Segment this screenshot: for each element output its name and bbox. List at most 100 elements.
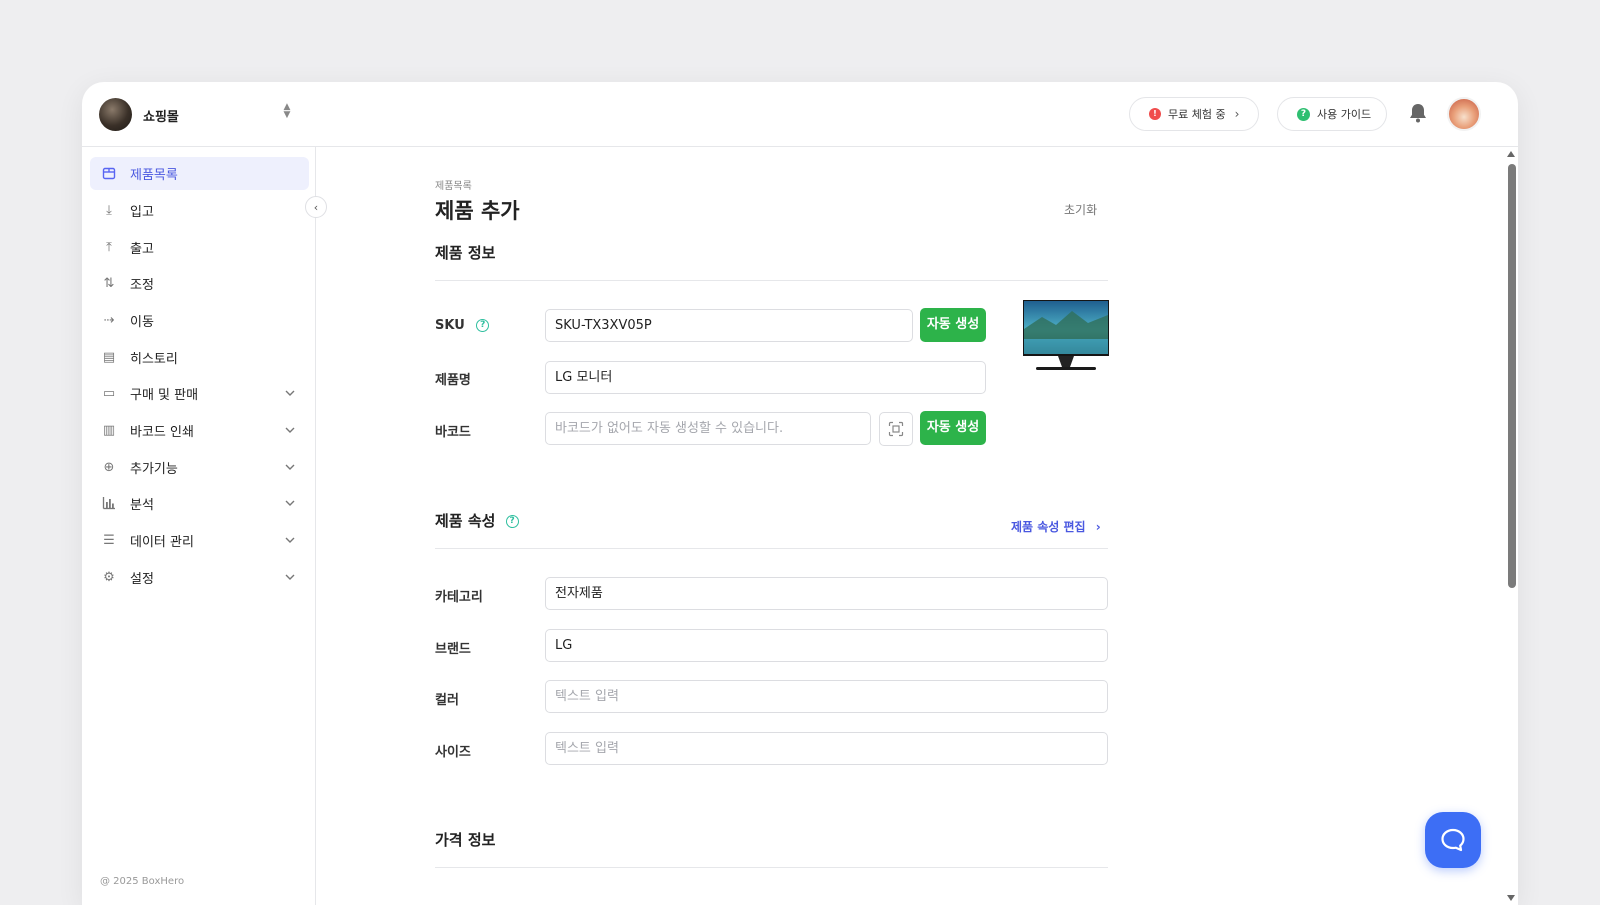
app-window: 쇼핑몰 ▲▼ ! 무료 체험 중 › ? 사용 가이드 제품목록 ⤓ 입고 ⤒ <box>82 82 1518 905</box>
main-content: 제품목록 제품 추가 초기화 제품 정보 SKU ? SKU-TX3XV05P … <box>317 147 1518 905</box>
arrow-up-icon: ⤒ <box>106 239 112 255</box>
scroll-down-arrow[interactable] <box>1507 895 1515 901</box>
sku-input[interactable]: SKU-TX3XV05P <box>545 309 913 342</box>
scroll-thumb[interactable] <box>1508 164 1516 588</box>
sidebar-item-label: 제품목록 <box>130 168 178 183</box>
user-guide-label: 사용 가이드 <box>1317 108 1372 121</box>
edit-attributes-link[interactable]: 제품 속성 편집 › <box>1011 518 1101 535</box>
sidebar-item-products[interactable]: 제품목록 <box>90 157 309 190</box>
brand-label: 브랜드 <box>435 642 471 657</box>
divider <box>435 548 1108 549</box>
chevron-right-icon: › <box>1095 520 1101 534</box>
chevron-down-icon <box>283 570 297 584</box>
collapse-sidebar-button[interactable]: ‹ <box>305 196 327 218</box>
chevron-down-icon <box>283 496 297 510</box>
page-title: 제품 추가 <box>435 199 520 223</box>
chat-icon <box>1441 828 1465 852</box>
chevron-down-icon <box>283 423 297 437</box>
divider <box>435 280 1108 281</box>
product-name-label: 제품명 <box>435 373 471 388</box>
bar-chart-icon <box>101 496 117 512</box>
size-input[interactable]: 텍스트 입력 <box>545 732 1108 765</box>
sidebar-item-addons[interactable]: ⊕ 추가기능 <box>90 451 309 484</box>
alert-dot-icon: ! <box>1149 108 1161 120</box>
sidebar-item-barcode-print[interactable]: ▥ 바코드 인쇄 <box>90 414 309 447</box>
barcode-scan-button[interactable] <box>879 412 913 446</box>
arrow-down-icon: ⤓ <box>106 202 112 218</box>
scroll-up-arrow[interactable] <box>1507 151 1515 157</box>
chevron-down-icon <box>283 386 297 400</box>
top-header: 쇼핑몰 ▲ ▼ ! 무료 체험 중 › ? 사용 가이드 <box>82 82 1518 147</box>
sidebar-item-label: 출고 <box>130 242 154 257</box>
divider <box>435 867 1108 868</box>
plus-circle-icon: ⊕ <box>103 459 115 475</box>
brand-input[interactable]: LG <box>545 629 1108 662</box>
shop-switcher-icon[interactable]: ▲ ▼ <box>281 103 293 123</box>
shop-avatar[interactable] <box>99 98 132 131</box>
user-avatar[interactable] <box>1447 97 1481 131</box>
chevron-right-icon: › <box>1234 107 1240 121</box>
sidebar-item-analytics[interactable]: 분석 <box>90 487 309 520</box>
free-trial-label: 무료 체험 중 <box>1168 108 1226 121</box>
chat-support-button[interactable] <box>1425 812 1481 868</box>
sidebar-item-label: 입고 <box>130 205 154 220</box>
color-label: 컬러 <box>435 693 459 708</box>
barcode-auto-generate-button[interactable]: 자동 생성 <box>920 411 986 445</box>
sidebar-item-adjust[interactable]: ⇅ 조정 <box>90 267 309 300</box>
sidebar-item-label: 설정 <box>130 572 154 587</box>
scrollbar[interactable] <box>1505 147 1518 905</box>
reset-button[interactable]: 초기화 <box>1064 201 1097 218</box>
help-icon[interactable]: ? <box>505 515 519 528</box>
sidebar-item-transfer[interactable]: ⇢ 이동 <box>90 304 309 337</box>
sidebar: 제품목록 ⤓ 입고 ⤒ 출고 ⇅ 조정 ⇢ 이동 ▤ 히스토리 ▭ 구매 및 판… <box>82 147 316 905</box>
sidebar-item-label: 히스토리 <box>130 352 178 367</box>
product-image[interactable] <box>1022 299 1110 373</box>
sidebar-item-outbound[interactable]: ⤒ 출고 <box>90 231 309 264</box>
price-info-title: 가격 정보 <box>435 831 496 849</box>
barcode-label: 바코드 <box>435 425 471 440</box>
shop-name[interactable]: 쇼핑몰 <box>143 106 179 125</box>
sidebar-item-label: 구매 및 판매 <box>130 388 199 403</box>
chevron-left-icon: ‹ <box>313 200 319 214</box>
copyright-text: @ 2025 BoxHero <box>100 876 185 887</box>
category-label: 카테고리 <box>435 590 483 605</box>
size-label: 사이즈 <box>435 745 471 760</box>
chevron-down-icon <box>283 533 297 547</box>
product-attributes-title-text: 제품 속성 <box>435 512 496 530</box>
sidebar-item-label: 이동 <box>130 315 154 330</box>
product-attributes-title: 제품 속성 ? <box>435 510 519 531</box>
category-input[interactable]: 전자제품 <box>545 577 1108 610</box>
free-trial-button[interactable]: ! 무료 체험 중 › <box>1129 97 1259 131</box>
bell-icon[interactable] <box>1407 101 1429 125</box>
scan-icon <box>888 421 904 437</box>
breadcrumb[interactable]: 제품목록 <box>435 177 472 192</box>
sku-label: SKU ? <box>435 318 490 333</box>
history-icon: ▤ <box>102 349 116 365</box>
sidebar-item-purchase-sales[interactable]: ▭ 구매 및 판매 <box>90 377 309 410</box>
arrow-right-icon: ⇢ <box>103 312 115 328</box>
color-input[interactable]: 텍스트 입력 <box>545 680 1108 713</box>
product-info-title: 제품 정보 <box>435 244 496 262</box>
help-icon[interactable]: ? <box>476 319 490 332</box>
product-name-input[interactable]: LG 모니터 <box>545 361 986 394</box>
sidebar-item-label: 바코드 인쇄 <box>130 425 194 440</box>
barcode-input[interactable]: 바코드가 없어도 자동 생성할 수 있습니다. <box>545 412 871 445</box>
sku-auto-generate-button[interactable]: 자동 생성 <box>920 308 986 342</box>
document-icon: ▭ <box>102 385 116 401</box>
chevron-down-icon <box>283 460 297 474</box>
sidebar-item-label: 데이터 관리 <box>130 535 194 550</box>
sidebar-item-inbound[interactable]: ⤓ 입고 <box>90 194 309 227</box>
sku-label-text: SKU <box>435 318 465 333</box>
sidebar-item-settings[interactable]: ⚙ 설정 <box>90 561 309 594</box>
database-icon: ☰ <box>103 532 115 548</box>
sidebar-item-label: 분석 <box>130 498 154 513</box>
barcode-icon: ▥ <box>102 422 116 438</box>
box-icon <box>101 166 117 182</box>
edit-attributes-label: 제품 속성 편집 <box>1011 520 1086 534</box>
help-icon: ? <box>1297 107 1310 121</box>
sidebar-item-label: 추가기능 <box>130 462 178 477</box>
swap-icon: ⇅ <box>103 275 115 291</box>
sidebar-item-data-management[interactable]: ☰ 데이터 관리 <box>90 524 309 557</box>
sidebar-item-history[interactable]: ▤ 히스토리 <box>90 341 309 374</box>
user-guide-button[interactable]: ? 사용 가이드 <box>1277 97 1387 131</box>
